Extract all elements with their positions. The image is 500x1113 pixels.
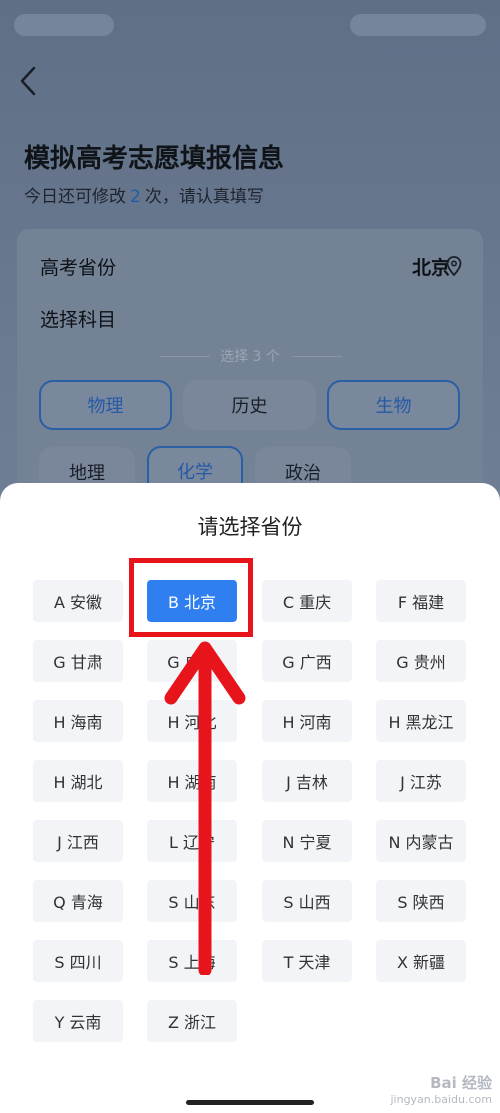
province-option[interactable]: X 新疆 <box>376 940 466 982</box>
province-value[interactable]: 北京 <box>412 253 450 280</box>
subject-chip[interactable]: 生物 <box>327 380 460 430</box>
home-indicator[interactable] <box>186 1100 314 1105</box>
province-option[interactable]: A 安徽 <box>33 580 123 622</box>
subject-chip[interactable]: 历史 <box>183 380 316 430</box>
subtitle-suffix: 次，请认真填写 <box>144 187 264 207</box>
status-bar-left <box>14 14 114 36</box>
subject-label: 选择科目 <box>40 309 117 331</box>
location-pin-icon[interactable] <box>446 256 462 276</box>
province-option[interactable]: J 吉林 <box>262 760 352 802</box>
province-option[interactable]: J 江苏 <box>376 760 466 802</box>
watermark: Bai 经验 jingyan.baidu.com <box>390 1072 492 1106</box>
province-option[interactable]: N 内蒙古 <box>376 820 466 862</box>
province-option[interactable]: C 重庆 <box>262 580 352 622</box>
annotation-arrow-icon <box>164 641 246 975</box>
province-option[interactable]: H 海南 <box>33 700 123 742</box>
province-option[interactable]: J 江西 <box>33 820 123 862</box>
province-option[interactable]: F 福建 <box>376 580 466 622</box>
watermark-url: jingyan.baidu.com <box>390 1093 492 1106</box>
province-option[interactable]: S 陕西 <box>376 880 466 922</box>
province-option[interactable]: G 甘肃 <box>33 640 123 682</box>
province-option[interactable]: T 天津 <box>262 940 352 982</box>
province-option[interactable]: G 贵州 <box>376 640 466 682</box>
subject-chip[interactable]: 物理 <box>39 380 172 430</box>
subtitle-prefix: 今日还可修改 <box>24 187 126 207</box>
province-option[interactable]: Z 浙江 <box>147 1000 237 1042</box>
province-option[interactable]: Y 云南 <box>33 1000 123 1042</box>
page-subtitle: 今日还可修改 2 次，请认真填写 <box>24 182 264 207</box>
watermark-brand: Bai 经验 <box>430 1074 492 1092</box>
province-option[interactable]: Q 青海 <box>33 880 123 922</box>
status-bar-right <box>350 14 486 36</box>
province-option[interactable]: S 山西 <box>262 880 352 922</box>
province-option[interactable]: G 广西 <box>262 640 352 682</box>
province-label: 高考省份 <box>40 257 117 279</box>
province-option[interactable]: H 湖北 <box>33 760 123 802</box>
province-option[interactable]: H 河南 <box>262 700 352 742</box>
page-title: 模拟高考志愿填报信息 <box>24 144 285 174</box>
back-arrow-icon[interactable] <box>18 66 38 96</box>
province-option[interactable]: S 四川 <box>33 940 123 982</box>
province-option[interactable]: N 宁夏 <box>262 820 352 862</box>
sheet-title: 请选择省份 <box>197 515 303 539</box>
highlight-box <box>129 558 253 637</box>
remaining-count: 2 <box>130 187 141 207</box>
province-option[interactable]: H 黑龙江 <box>376 700 466 742</box>
subject-hint: 选择 3 个 <box>220 349 280 365</box>
